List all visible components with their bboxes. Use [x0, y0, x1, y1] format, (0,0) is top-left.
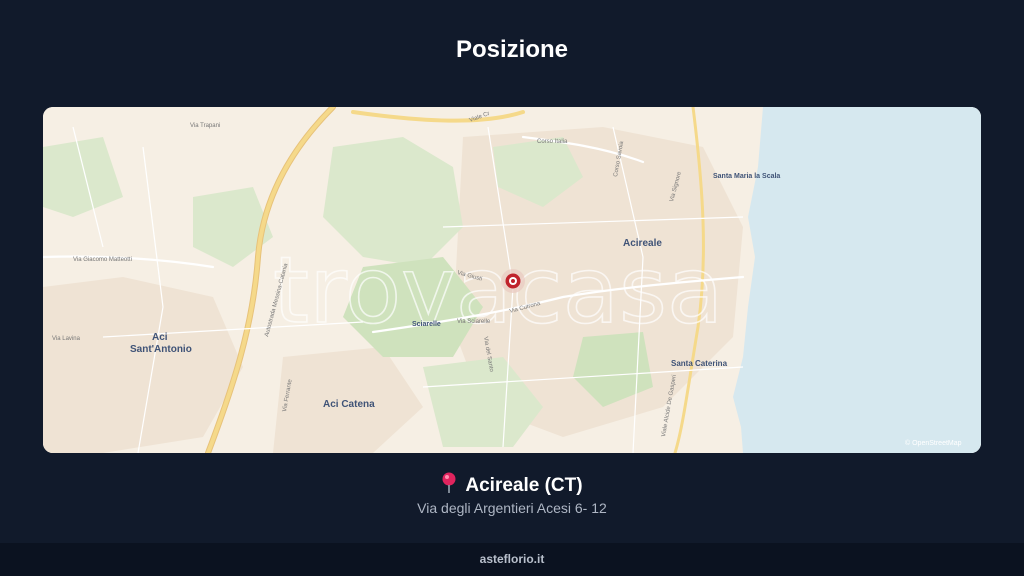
place-santa-maria-la-scala: Santa Maria la Scala — [713, 173, 780, 180]
place-acireale: Acireale — [623, 238, 662, 249]
footer: asteflorio.it — [0, 543, 1024, 576]
watermark: trovacasa — [273, 237, 723, 344]
page-title: Posizione — [455, 36, 569, 63]
location-city: Acireale (CT) — [465, 475, 583, 496]
location-marker-icon[interactable] — [501, 269, 525, 293]
place-sciarelle: Sciarelle — [412, 321, 441, 328]
pin-icon — [442, 472, 456, 493]
place-santa-caterina: Santa Caterina — [671, 359, 728, 368]
place-aci-catena: Aci Catena — [323, 399, 375, 410]
place-aci-line1: Aci — [152, 332, 168, 343]
label-via-lavina: Via Lavina — [52, 336, 81, 342]
label-via-trapani: Via Trapani — [190, 123, 220, 129]
label-corso-italia: Corso Italia — [537, 139, 568, 145]
map-view[interactable]: trovacasa Acireale Santa Maria la Scala … — [43, 107, 981, 453]
label-via-sciarelle: Via Sciarelle — [457, 319, 491, 325]
footer-site-link[interactable]: asteflorio.it — [0, 552, 1024, 566]
map-attribution[interactable]: © OpenStreetMap — [905, 439, 962, 447]
sea-area — [733, 107, 981, 453]
location-heading: Acireale (CT) — [0, 472, 1024, 497]
label-via-matteotti: Via Giacomo Matteotti — [73, 257, 132, 263]
map-canvas[interactable]: trovacasa Acireale Santa Maria la Scala … — [43, 107, 981, 453]
place-sant-antonio: Sant'Antonio — [130, 344, 192, 355]
location-address: Via degli Argentieri Acesi 6- 12 — [417, 500, 607, 516]
